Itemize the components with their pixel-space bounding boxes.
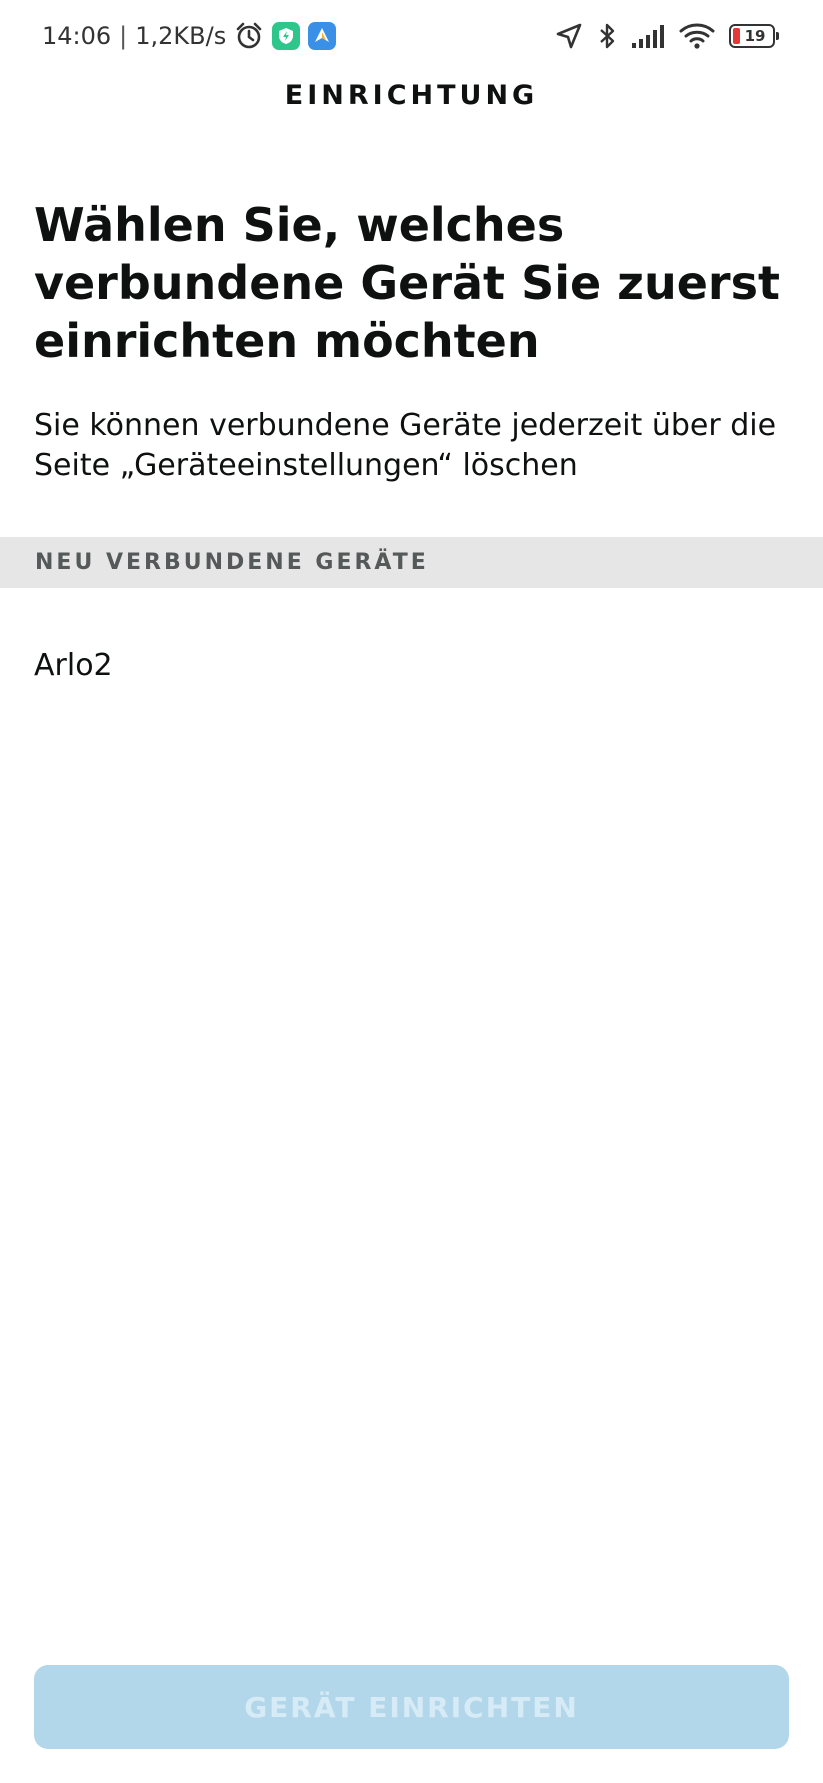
maps-app-icon xyxy=(308,22,337,50)
status-time: 14:06 xyxy=(42,22,112,50)
setup-device-button-label: GERÄT EINRICHTEN xyxy=(244,1690,579,1724)
battery-icon: 19 xyxy=(729,24,779,48)
network-speed: 1,2KB/s xyxy=(135,22,227,50)
location-icon xyxy=(555,22,583,50)
battery-level: 19 xyxy=(744,27,766,45)
section-header-new-devices: NEU VERBUNDENE GERÄTE xyxy=(0,537,823,588)
battery-fill xyxy=(733,28,740,44)
wifi-icon xyxy=(679,22,715,50)
page-title: Wählen Sie, welches verbundene Gerät Sie… xyxy=(34,198,780,368)
signal-icon xyxy=(631,23,665,49)
page-description: Sie können verbundene Geräte jederzeit ü… xyxy=(34,408,777,483)
status-bar: 14:06 | 1,2KB/s 19 xyxy=(0,0,823,72)
section-header-label: NEU VERBUNDENE GERÄTE xyxy=(35,550,429,575)
alarm-icon xyxy=(234,21,264,51)
status-bar-right: 19 xyxy=(555,21,779,51)
shield-app-icon xyxy=(272,22,301,50)
bluetooth-icon xyxy=(597,21,617,51)
page-header-title: EINRICHTUNG xyxy=(284,80,539,111)
status-separator: | xyxy=(119,22,128,50)
device-name: Arlo2 xyxy=(34,647,113,683)
device-list-item[interactable]: Arlo2 xyxy=(0,628,823,702)
setup-screen: 14:06 | 1,2KB/s 19 EINRICHTUNG Wählen Si… xyxy=(0,0,823,1783)
status-bar-left: 14:06 | 1,2KB/s xyxy=(42,21,337,51)
setup-device-button[interactable]: GERÄT EINRICHTEN xyxy=(34,1665,789,1749)
